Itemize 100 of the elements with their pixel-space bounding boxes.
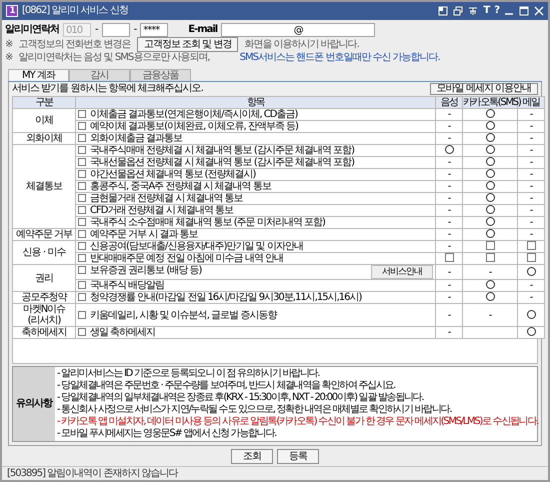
window-number-badge: 1 [6,5,18,17]
mobile-guide-button[interactable]: 모바일 메세지 이용안내 [430,83,538,95]
category-cell: 공모주청약 [12,292,76,304]
pin-icon[interactable] [468,6,478,16]
windows-icon[interactable] [453,6,464,16]
available-circle-icon [486,229,494,238]
notice-line: - 통신회사 사정으로 서비스가 지연/누락될 수도 있으므로, 정확한 내역은 매체별로 확인하시기 바랍니다. [57,404,452,416]
available-circle-icon [486,193,494,202]
contact-label: 알리미연락처 [5,24,59,36]
item-label: 반대매매주문 예정 전일 아침에 미수금 내역 안내 [90,253,284,264]
item-label: 외화이체출금 결과통보 [90,133,182,144]
category-cell: 마켓N이슈 (리서치) [12,304,76,326]
dash-text: - [448,292,450,303]
column-header: 구분 [12,96,76,108]
email-label: E-mail [188,24,218,36]
item-label: 국내주식 배당알림 [90,280,164,291]
dash-text: - [530,217,532,228]
dash-text: - [530,169,532,180]
note-mark: ※ [5,52,12,64]
available-circle-icon [486,292,494,301]
checkbox[interactable] [78,218,86,226]
available-circle-icon [526,266,536,276]
checkbox[interactable] [78,182,86,190]
checkbox[interactable] [78,170,86,178]
item-label: 예약주문 거부 시 결과 통보 [90,229,198,240]
checkbox[interactable] [78,266,86,274]
checkbox[interactable] [78,134,86,142]
item-label: 이체출금 결과통보(연계은행이체/즉시이체, CD출금) [90,109,298,120]
item-label: 키움데일리, 시황 및 이슈분석, 글로벌 증시동향 [90,310,276,320]
checkbox[interactable] [78,158,86,166]
dash-text: - [530,133,532,144]
action-button[interactable]: 등록 [277,449,319,464]
dash-text: - [448,266,450,278]
checkbox[interactable] [78,194,86,202]
phone-field[interactable]: **** [140,23,168,37]
dash-text: - [448,109,450,120]
customer-info-button[interactable]: 고객정보 조회 및 변경 [136,37,238,52]
available-circle-icon [486,109,494,118]
dash-text: - [448,310,450,320]
note-text: 화면을 이용하시기 바랍니다. [244,38,359,50]
checkbox[interactable] [78,293,86,301]
checkbox[interactable] [78,146,86,154]
dash-text: - [448,205,450,216]
available-circle-icon [486,181,494,190]
dash-text: - [448,241,450,252]
checkbox[interactable] [78,310,86,318]
item-label: 국내주식매매 전량체결 시 체결내역 통보 (감시주문 체결내역 포함) [90,145,354,156]
service-guide-button[interactable]: 서비스안내 [371,265,433,279]
column-header: 항목 [76,96,436,108]
available-circle-icon [486,157,494,166]
category-cell: 권리 [12,264,76,292]
checkbox[interactable] [78,110,86,118]
dash-text: - [448,280,450,291]
toolbar-glyph[interactable]: ? [494,5,499,17]
channel-checkbox[interactable] [486,253,494,262]
note-text: 고객정보의 전화번호 변경은 [18,38,131,50]
dash-text: - [530,145,532,156]
available-circle-icon [486,280,494,289]
note-text: 알리미연락처는 음성 및 SMS용으로만 사용되며, [18,52,210,64]
checkbox[interactable] [78,328,86,336]
available-circle-icon [486,133,494,142]
notice-line: - 당일체결내역은 주문번호 · 주문수량를 보여주며, 반드시 체결내역을 확인하여 주십시요. [57,380,396,392]
phone-field[interactable] [102,23,130,37]
checkbox[interactable] [78,206,86,214]
maximize-icon[interactable] [519,6,529,16]
channel-checkbox[interactable] [444,253,454,262]
dash-text: - [448,229,450,240]
available-circle-icon [526,310,536,318]
action-button[interactable]: 조회 [231,449,273,464]
email-field[interactable]: @ [221,23,376,37]
notice-label: 유의사항 [13,367,55,441]
checkbox[interactable] [78,254,86,262]
close-icon[interactable] [534,6,544,16]
tab[interactable]: 금융상품 [130,69,191,81]
dash-text: - [530,292,532,303]
channel-checkbox[interactable] [526,241,536,250]
checkbox[interactable] [78,281,86,289]
sms-notice: SMS서비스는 핸드폰 번호일때만 수신 가능합니다. [240,52,440,64]
checkbox[interactable] [78,230,86,238]
dash-text: - [448,133,450,144]
channel-checkbox[interactable] [526,253,536,262]
dash-text: - [488,266,492,278]
available-circle-icon [486,121,494,130]
dash-text: - [530,205,532,216]
dash-text: - [530,193,532,204]
checkbox[interactable] [78,122,86,130]
item-label: 금현물거래 전량체결 시 체결내역 통보 [90,193,243,204]
channel-checkbox[interactable] [486,241,494,250]
dash-text: - [448,327,450,338]
layout-icon[interactable] [438,6,448,16]
notice-line: - 당일체결내역의 일부체결내역은 장종료 후(KRX - 15:30이후, NXT - 20:00이후) 일괄 발송됩니다. [57,392,424,404]
item-label: 생일 축하메세지 [90,327,156,338]
checkbox[interactable] [78,242,86,250]
tab[interactable]: MY 계좌 [8,69,69,81]
status-bar: [503895] 알림이내역이 존재하지 않습니다 [2,466,548,480]
separator: - [95,24,98,36]
toolbar-glyph[interactable]: T [483,5,490,17]
notice-line: - 카카오톡 앱 미설치자, 데이터 미사용 등의 사유로 알림톡(카카오톡) 수신이 불가 한 경우 문자 메세지(SMS/LMS)로 수신됩니다. [57,416,538,428]
tab[interactable]: 감시 [69,69,130,81]
item-label: 보유증권 권리통보 (배당 등) [90,265,202,276]
